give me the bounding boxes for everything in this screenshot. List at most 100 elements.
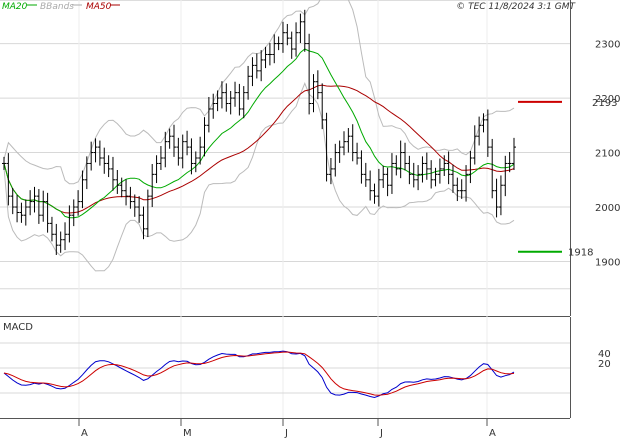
ohlc-bar bbox=[49, 216, 54, 242]
ohlc-bar bbox=[403, 142, 408, 171]
ohlc-bar bbox=[124, 179, 129, 206]
ohlc-bar bbox=[307, 33, 312, 115]
ohlc-bar bbox=[363, 162, 368, 187]
ohlc-bar bbox=[416, 165, 421, 191]
ohlc-bar bbox=[176, 137, 181, 166]
ohlc-bar bbox=[389, 153, 394, 194]
ohlc-bar bbox=[228, 90, 233, 115]
ma50-path bbox=[3, 84, 515, 214]
price-tick-label: 2100 bbox=[595, 149, 620, 160]
ohlc-bar bbox=[468, 150, 473, 184]
ma50-line bbox=[3, 84, 515, 214]
ohlc-bar bbox=[455, 177, 460, 202]
ohlc-bar bbox=[19, 202, 24, 223]
ohlc-bar bbox=[302, 9, 307, 52]
ohlc-bar bbox=[15, 195, 20, 223]
ohlc-bar bbox=[145, 189, 150, 237]
ohlc-bar bbox=[289, 31, 294, 59]
month-label: A bbox=[81, 428, 88, 439]
ohlc-bar bbox=[97, 140, 102, 166]
ohlc-bar bbox=[202, 117, 207, 157]
ohlc-bar bbox=[485, 109, 490, 157]
ohlc-bar bbox=[398, 140, 403, 179]
price-axis: 2300 2200 2100 2000 1900 bbox=[595, 40, 620, 269]
ohlc-bar bbox=[150, 163, 155, 208]
ohlc-bar bbox=[23, 199, 28, 226]
ohlc-bar bbox=[10, 187, 15, 215]
ohlc-bar bbox=[342, 131, 346, 156]
macd-line bbox=[3, 350, 515, 399]
macd-signal-line bbox=[3, 351, 515, 396]
ohlc-bar bbox=[84, 156, 89, 190]
ohlc-bar bbox=[381, 165, 386, 188]
ohlc-bar bbox=[498, 175, 503, 216]
ohlc-bar bbox=[503, 155, 508, 197]
ohlc-bar bbox=[446, 151, 451, 185]
ohlc-bar bbox=[394, 155, 399, 176]
ohlc-bar bbox=[333, 143, 338, 177]
stock-chart: 21931918 23002200210020001900 MA20 BBand… bbox=[0, 0, 620, 439]
ohlc-bar bbox=[346, 128, 351, 153]
ohlc-bar bbox=[237, 83, 242, 116]
ohlc-bar bbox=[137, 196, 142, 223]
ohlc-bar bbox=[206, 96, 211, 133]
ohlc-bar bbox=[490, 138, 495, 199]
ohlc-bar bbox=[324, 112, 329, 182]
ohlc-bar bbox=[450, 164, 455, 193]
price-panel: 21931918 2300 2200 2100 2000 1900 bbox=[0, 0, 620, 418]
ohlc-bar bbox=[158, 146, 163, 170]
ohlc-bar bbox=[350, 124, 355, 162]
ohlc-bar bbox=[294, 22, 299, 57]
ohlc-bar bbox=[132, 194, 137, 217]
ohlc-bar bbox=[41, 190, 46, 222]
ohlc-bar bbox=[241, 86, 246, 119]
ohlc-bar bbox=[420, 156, 425, 183]
macd-lines bbox=[3, 350, 515, 399]
copyright-text: © TEC 11/8/2024 3:1 GMT bbox=[456, 2, 576, 12]
ohlc-bar bbox=[433, 167, 438, 187]
price-tick-label: 2000 bbox=[595, 203, 620, 214]
ohlc-bar bbox=[263, 46, 268, 69]
ohlc-bar bbox=[337, 140, 342, 163]
ohlc-bar bbox=[285, 23, 290, 46]
ohlc-bar bbox=[298, 13, 303, 44]
ohlc-bar bbox=[128, 186, 133, 209]
month-label: A bbox=[489, 428, 496, 439]
ohlc-bar bbox=[259, 50, 264, 82]
ohlc-bar bbox=[233, 81, 238, 107]
macd-axis: 4020 bbox=[598, 349, 611, 370]
ohlc-bar bbox=[320, 83, 325, 130]
legend-ma20: MA20 bbox=[2, 2, 28, 12]
ohlc-bar bbox=[424, 152, 429, 180]
ohlc-bar bbox=[224, 83, 229, 112]
ohlc-bar bbox=[276, 36, 281, 51]
month-axis: AMJJA bbox=[78, 418, 496, 439]
ohlc-bar bbox=[246, 65, 251, 100]
ohlc-bar bbox=[154, 155, 159, 184]
ohlc-bar bbox=[280, 21, 285, 53]
ohlc-bar bbox=[311, 74, 316, 113]
ohlc-bar bbox=[102, 147, 107, 174]
ohlc-bar bbox=[254, 53, 259, 79]
bollinger-bands bbox=[3, 0, 515, 272]
ohlc-bar bbox=[106, 155, 111, 178]
price-tick-label: 2200 bbox=[595, 94, 620, 105]
ohlc-bar bbox=[215, 90, 220, 112]
ohlc-bar bbox=[141, 206, 146, 240]
ohlc-bar bbox=[110, 156, 115, 191]
ohlc-bar bbox=[67, 205, 72, 243]
ohlc-bar bbox=[385, 167, 390, 197]
price-tick-label: 2300 bbox=[595, 40, 620, 51]
macd-gridlines bbox=[0, 342, 570, 394]
ohlc-bar bbox=[459, 179, 464, 199]
level-label: 1918 bbox=[568, 248, 593, 259]
ohlc-bar bbox=[315, 70, 320, 100]
ohlc-bar bbox=[250, 57, 255, 87]
macd-panel: MACD 4020 bbox=[0, 317, 611, 419]
ohlc-bar bbox=[368, 170, 373, 201]
ohlc-bar bbox=[36, 189, 41, 224]
ohlc-bar bbox=[376, 168, 381, 207]
legend-bbands: BBands bbox=[40, 2, 74, 12]
ohlc-bar bbox=[63, 222, 68, 251]
ohlc-bar bbox=[45, 192, 50, 233]
